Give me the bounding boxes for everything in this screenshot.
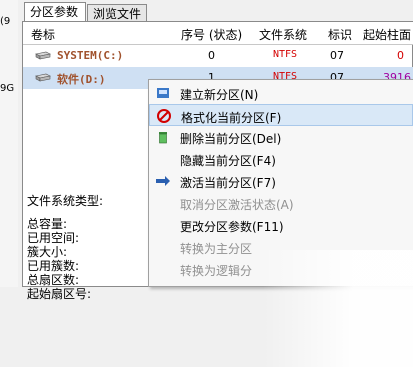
menu-item-change-params[interactable]: 更改分区参数(F11): [149, 214, 413, 236]
menu-item-label: 格式化当前分区(F): [181, 111, 282, 125]
menu-item-label: 隐藏当前分区(F4): [180, 154, 276, 168]
menu-item-label: 更改分区参数(F11): [180, 220, 284, 234]
table-header: 卷标 序号 (状态) 文件系统 标识 起始柱面: [23, 22, 413, 45]
new-partition-icon: [157, 88, 169, 98]
volume-label: 软件(D:): [57, 73, 106, 86]
left-panel: (9 9G: [0, 0, 18, 287]
left-fragment: 9G: [0, 83, 15, 94]
tab-browse-files[interactable]: 浏览文件: [87, 4, 147, 22]
volume-index: 0: [208, 49, 215, 62]
volume-id: 07: [330, 49, 344, 62]
menu-item-label: 删除当前分区(Del): [180, 132, 282, 146]
volume-start: 0: [397, 49, 404, 62]
info-start-sector: 起始扇区号:: [27, 287, 92, 301]
watermark-fade: [263, 250, 413, 367]
menu-item-label: 取消分区激活状态(A): [180, 198, 294, 212]
column-header-id[interactable]: 标识: [328, 26, 352, 43]
menu-item-hide[interactable]: 隐藏当前分区(F4): [149, 148, 413, 170]
column-header-start[interactable]: 起始柱面: [363, 26, 411, 43]
menu-item-label: 转换为逻辑分: [180, 264, 253, 278]
menu-item-label: 转换为主分区: [180, 242, 253, 256]
info-fs-type: 文件系统类型:: [27, 194, 104, 208]
column-header-fs[interactable]: 文件系统: [259, 26, 307, 43]
menu-item-delete[interactable]: 删除当前分区(Del): [149, 126, 413, 148]
menu-item-activate[interactable]: 激活当前分区(F7): [149, 170, 413, 192]
disk-icon: [35, 73, 51, 82]
menu-item-label: 激活当前分区(F7): [180, 176, 276, 190]
activate-icon: [156, 176, 170, 186]
disk-icon: [35, 51, 51, 60]
column-header-index[interactable]: 序号 (状态): [181, 26, 242, 43]
table-row[interactable]: SYSTEM(C:) 0 NTFS 07 0: [23, 45, 413, 67]
menu-item-format[interactable]: 格式化当前分区(F): [149, 104, 413, 126]
menu-item-new-partition[interactable]: 建立新分区(N): [149, 82, 413, 104]
menu-item-deactivate[interactable]: 取消分区激活状态(A): [149, 192, 413, 214]
format-icon: [157, 109, 171, 123]
tab-partition-params[interactable]: 分区参数: [24, 2, 86, 23]
volume-label: SYSTEM(C:): [57, 49, 124, 62]
context-menu: 建立新分区(N) 格式化当前分区(F) 删除当前分区(Del) 隐藏当前分区(F…: [148, 79, 413, 367]
column-header-label[interactable]: 卷标: [31, 26, 55, 43]
volume-fs: NTFS: [273, 49, 298, 60]
partition-panel: 分区参数 浏览文件 卷标 序号 (状态) 文件系统 标识 起始柱面 SYSTEM…: [18, 0, 413, 367]
menu-item-label: 建立新分区(N): [180, 88, 259, 102]
trash-icon: [159, 132, 167, 144]
left-fragment: (9: [0, 16, 11, 27]
